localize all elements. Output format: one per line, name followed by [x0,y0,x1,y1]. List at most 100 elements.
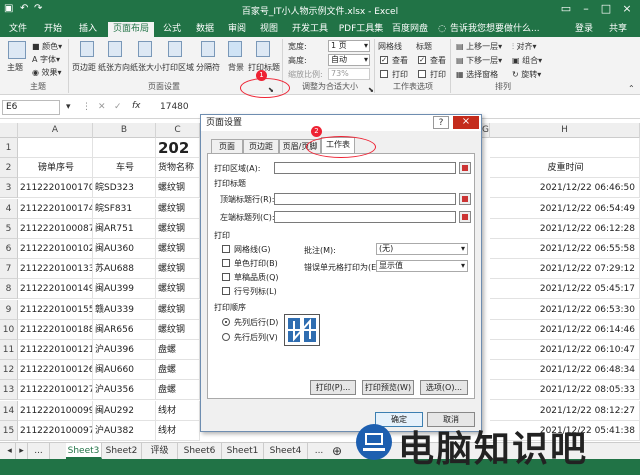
size-button[interactable]: 纸张大小 [130,62,162,73]
tab-data[interactable]: 数据 [190,22,220,37]
name-box[interactable]: E6 [2,100,60,115]
dialog-close-button[interactable]: × [453,116,479,129]
gridlines-checkbox[interactable] [222,245,230,253]
column-header[interactable]: B [93,123,156,138]
prev-sheet-icon[interactable]: ◂ [4,443,16,459]
table-cell[interactable]: 线材 [156,421,200,441]
row-header[interactable]: 15 [0,421,18,441]
table-cell[interactable]: 闽AU660 [93,360,156,380]
tab-file[interactable]: 文件 [3,22,33,37]
tab-review[interactable]: 审阅 [222,22,252,37]
fonts-button[interactable]: A 字体▾ [32,54,60,65]
table-cell[interactable]: 2021/12/22 05:45:17 [490,279,640,299]
collapse-dialog-icon[interactable] [459,193,471,205]
more-sheets-icon[interactable]: ... [28,443,50,459]
add-sheet-icon[interactable]: ⊕ [330,443,344,459]
table-cell[interactable]: 2021/12/22 06:53:30 [490,300,640,320]
row-header[interactable]: 3 [0,178,18,198]
table-cell[interactable]: 2112220100155 [18,300,93,320]
headings-view-checkbox[interactable]: ✓ [418,56,426,64]
row-header[interactable]: 11 [0,340,18,360]
themes-button[interactable]: 主题 [7,62,23,73]
sheet-tab-rating[interactable]: 评级 [142,443,178,459]
table-cell[interactable]: 2112220100133 [18,259,93,279]
sheet-tab-sheet1[interactable]: Sheet1 [222,443,264,459]
ribbon-display-icon[interactable]: ▭ [556,2,576,15]
sheet-tab-sheet2[interactable]: Sheet2 [102,443,142,459]
send-backward-button[interactable]: ▤ 下移一层▾ [456,55,502,66]
breaks-button[interactable]: 分隔符 [196,62,220,73]
table-cell[interactable]: 2112220100087 [18,219,93,239]
more-tabs-icon[interactable]: ... [312,443,326,459]
table-cell[interactable]: 螺纹钢 [156,259,200,279]
sheet-tab-sheet3[interactable]: Sheet3 [66,443,102,459]
table-cell[interactable]: 皖SF831 [93,199,156,219]
table-cell[interactable]: 2021/12/22 08:05:33 [490,380,640,400]
table-cell[interactable]: 闽AR656 [93,320,156,340]
tell-me-box[interactable]: 告诉我您想要做什么... [450,22,548,37]
column-title-cell[interactable]: 车号 [93,158,156,178]
orientation-button[interactable]: 纸张方向 [98,62,130,73]
height-select[interactable]: 自动 ▾ [328,54,370,66]
table-cell[interactable]: 螺纹钢 [156,199,200,219]
column-title-cell[interactable]: 磅单序号 [18,158,93,178]
table-cell[interactable]: 皖SD323 [93,178,156,198]
table-cell[interactable]: 盘螺 [156,340,200,360]
column-header[interactable]: G [482,123,490,138]
row-header[interactable]: 5 [0,219,18,239]
width-select[interactable]: 1 页 ▾ [328,40,370,52]
rotate-button[interactable]: ↻ 旋转▾ [512,69,541,80]
table-cell[interactable]: 沪AU396 [93,340,156,360]
themes-icon[interactable] [8,41,26,59]
table-cell[interactable]: 2021/12/22 06:55:58 [490,239,640,259]
tab-insert[interactable]: 插入 [73,22,103,37]
table-cell[interactable]: 螺纹钢 [156,219,200,239]
table-cell[interactable]: 2021/12/22 08:12:27 [490,401,640,421]
breaks-icon[interactable] [201,41,215,57]
cancel-formula-icon[interactable]: ✕ [98,102,106,112]
dialog-tab-margins[interactable]: 页边距 [243,139,279,153]
table-cell[interactable]: 盘螺 [156,360,200,380]
row-header[interactable]: 7 [0,259,18,279]
column-header[interactable]: C [156,123,200,138]
table-cell[interactable]: 2021/12/22 06:48:34 [490,360,640,380]
margins-icon[interactable] [80,41,94,57]
rowcol-checkbox[interactable] [222,287,230,295]
print-area-input[interactable] [274,162,456,174]
table-cell[interactable]: 2112220100097 [18,421,93,441]
comments-select[interactable]: (无) ▾ [376,243,468,255]
scale-launcher-icon[interactable]: ⬊ [368,86,374,94]
sheet-tab-sheet4[interactable]: Sheet4 [264,443,308,459]
table-cell[interactable]: 2112220100126 [18,360,93,380]
background-icon[interactable] [228,41,242,57]
share-button[interactable]: 共享 [600,22,636,37]
colors-button[interactable]: ■ 颜色▾ [32,41,62,52]
table-cell[interactable]: 苏AU688 [93,259,156,279]
table-cell[interactable]: 2112220100099 [18,401,93,421]
rows-to-repeat-input[interactable] [274,193,456,205]
maximize-icon[interactable]: □ [596,2,616,15]
table-cell[interactable]: 2112220100188 [18,320,93,340]
row-header[interactable]: 14 [0,401,18,421]
formula-input[interactable]: 17480 [160,102,189,112]
gridlines-print-checkbox[interactable] [380,70,388,78]
tab-formulas[interactable]: 公式 [157,22,187,37]
print-area-icon[interactable] [168,41,182,57]
selection-pane-button[interactable]: ▦ 选择窗格 [456,69,498,80]
orientation-icon[interactable] [108,41,122,57]
table-cell[interactable]: 2021/12/22 06:54:49 [490,199,640,219]
down-then-over-radio[interactable] [222,318,230,326]
dialog-tab-page[interactable]: 页面 [211,139,243,153]
table-cell[interactable]: 闽AU360 [93,239,156,259]
minimize-icon[interactable]: – [576,2,596,15]
margins-button[interactable]: 页边距 [72,62,96,73]
tab-view[interactable]: 视图 [254,22,284,37]
table-cell[interactable]: 螺纹钢 [156,320,200,340]
table-cell[interactable]: 2021/12/22 07:29:12 [490,259,640,279]
row-header[interactable]: 2 [0,158,18,178]
scale-input[interactable]: 73% [328,68,370,80]
table-cell[interactable]: 2021/12/22 06:46:50 [490,178,640,198]
row-header[interactable]: 10 [0,320,18,340]
table-cell[interactable]: 2112220100121 [18,340,93,360]
table-cell[interactable] [490,138,640,158]
